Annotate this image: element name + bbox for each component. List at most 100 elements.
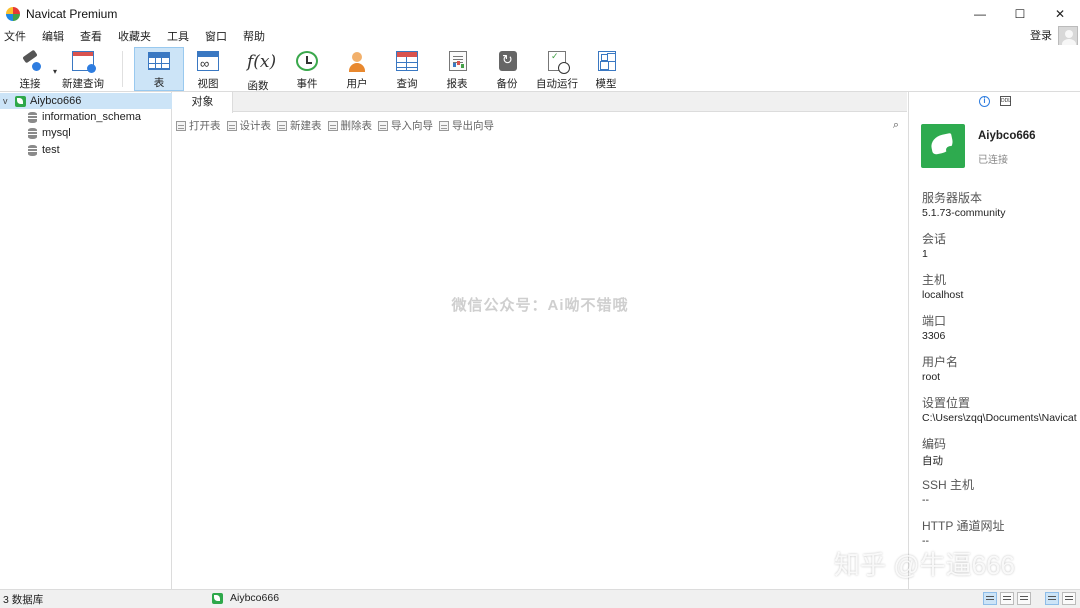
view-mode-switcher xyxy=(983,592,1076,605)
view-button[interactable]: 视图 xyxy=(186,47,230,91)
connect-dropdown-icon[interactable]: ▾ xyxy=(53,67,57,76)
design-table-button[interactable]: 设计表 xyxy=(226,118,271,133)
query-icon xyxy=(396,51,418,71)
open-table-button[interactable]: 打开表 xyxy=(176,118,221,133)
backup-label: 备份 xyxy=(496,78,518,90)
database-icon xyxy=(28,127,37,139)
report-button[interactable]: 报表 xyxy=(435,47,479,91)
table-button[interactable]: 表 xyxy=(134,47,184,91)
tab-bar: 对象 xyxy=(173,92,907,113)
info-connection-status: 已连接 xyxy=(978,155,1008,166)
tree-db-mysql[interactable]: mysql xyxy=(0,125,172,141)
event-label: 事件 xyxy=(296,78,318,90)
tree-db-information-schema[interactable]: information_schema xyxy=(0,109,172,125)
database-icon xyxy=(28,111,37,123)
new-query-button[interactable]: 新建查询 xyxy=(60,47,106,91)
menu-view[interactable]: 查看 xyxy=(72,28,110,44)
navicat-app-icon xyxy=(6,6,20,21)
toggle-info-panel-icon[interactable] xyxy=(1045,592,1059,605)
close-button[interactable]: ✕ xyxy=(1040,0,1080,27)
menu-edit[interactable]: 编辑 xyxy=(34,28,72,44)
function-button[interactable]: f(x) 函数 xyxy=(236,47,280,92)
settings-location-value: C:\Users\zqq\Documents\Navicat xyxy=(922,412,1077,424)
backup-button[interactable]: 备份 xyxy=(485,47,529,91)
model-icon xyxy=(598,51,616,71)
user-label: 用户 xyxy=(346,78,368,90)
username-value: root xyxy=(922,371,941,383)
username-label: 用户名 xyxy=(922,355,959,369)
search-icon[interactable]: ⌕ xyxy=(893,119,899,132)
report-icon xyxy=(449,51,467,71)
detail-view-icon[interactable] xyxy=(1017,592,1031,605)
connection-tree: v Aiybco666 information_schema mysql tes… xyxy=(0,92,172,589)
title-bar: Navicat Premium — ☐ ✕ xyxy=(0,0,1080,27)
status-bar: 3 数据库 Aiybco666 xyxy=(0,589,1080,608)
toolbar-separator xyxy=(122,51,123,87)
encoding-value: 自动 xyxy=(922,455,943,467)
report-label: 报表 xyxy=(446,78,468,90)
status-connection: Aiybco666 xyxy=(212,592,279,604)
user-button[interactable]: 用户 xyxy=(335,47,379,91)
export-icon xyxy=(439,120,449,131)
delete-table-button[interactable]: 删除表 xyxy=(327,118,373,133)
ssh-host-value: -- xyxy=(922,494,929,506)
query-button[interactable]: 查询 xyxy=(385,47,429,91)
new-table-button[interactable]: 新建表 xyxy=(277,118,322,133)
ddl-icon[interactable]: DDL xyxy=(1000,96,1011,106)
automation-button[interactable]: 自动运行 xyxy=(533,47,581,91)
maximize-button[interactable]: ☐ xyxy=(1000,0,1040,27)
minimize-button[interactable]: — xyxy=(960,0,1000,27)
automation-label: 自动运行 xyxy=(536,78,578,90)
list-view-icon[interactable] xyxy=(1000,592,1014,605)
tree-connection[interactable]: v Aiybco666 xyxy=(0,93,172,109)
server-version-label: 服务器版本 xyxy=(922,191,983,205)
user-icon xyxy=(346,51,368,72)
server-version-value: 5.1.73-community xyxy=(922,207,1006,219)
toggle-right-pane-icon[interactable] xyxy=(1062,592,1076,605)
event-button[interactable]: 事件 xyxy=(285,47,329,91)
view-icon xyxy=(197,51,219,71)
wechat-watermark: 微信公众号：Ai呦不错哦 xyxy=(451,297,629,314)
menu-tools[interactable]: 工具 xyxy=(159,28,197,44)
ssh-host-label: SSH 主机 xyxy=(922,478,975,492)
query-label: 查询 xyxy=(396,78,418,90)
http-tunnel-label: HTTP 通道网址 xyxy=(922,519,1005,533)
collapse-icon[interactable]: v xyxy=(3,96,13,106)
menu-favorites[interactable]: 收藏夹 xyxy=(110,28,159,44)
import-icon xyxy=(378,120,388,131)
database-name: test xyxy=(42,144,60,156)
database-name: information_schema xyxy=(42,111,142,123)
connect-button[interactable]: 连接 xyxy=(8,47,52,91)
user-avatar[interactable] xyxy=(1058,26,1078,46)
open-table-icon xyxy=(176,120,186,131)
model-button[interactable]: 模型 xyxy=(584,47,628,91)
tree-db-test[interactable]: test xyxy=(0,142,172,158)
menu-help[interactable]: 帮助 xyxy=(235,28,273,44)
menu-file[interactable]: 文件 xyxy=(0,28,34,44)
object-toolbar: 打开表 设计表 新建表 删除表 导入向导 导出向导 ⌕ xyxy=(173,113,907,138)
menu-window[interactable]: 窗口 xyxy=(197,28,235,44)
status-connection-name: Aiybco666 xyxy=(230,592,280,604)
delete-table-label: 删除表 xyxy=(340,120,373,132)
mysql-dolphin-icon xyxy=(921,124,965,168)
backup-icon xyxy=(499,51,517,71)
tab-objects[interactable]: 对象 xyxy=(173,92,233,113)
info-icon[interactable]: i xyxy=(979,96,990,107)
login-link[interactable]: 登录 xyxy=(1030,27,1052,45)
export-wizard-button[interactable]: 导出向导 xyxy=(439,118,494,133)
function-label: 函数 xyxy=(247,80,269,92)
new-table-label: 新建表 xyxy=(290,120,322,132)
grid-view-icon[interactable] xyxy=(983,592,997,605)
host-label: 主机 xyxy=(922,273,947,287)
info-panel-tabs: i DDL xyxy=(979,96,1011,107)
database-name: mysql xyxy=(42,127,71,139)
import-wizard-button[interactable]: 导入向导 xyxy=(378,118,433,133)
export-wizard-label: 导出向导 xyxy=(452,120,494,132)
table-icon xyxy=(148,52,170,70)
objects-area[interactable]: 微信公众号：Ai呦不错哦 xyxy=(173,138,907,589)
info-panel: i DDL Aiybco666 已连接 服务器版本 5.1.73-communi… xyxy=(908,92,1080,589)
plug-icon xyxy=(19,51,41,71)
port-value: 3306 xyxy=(922,330,946,342)
port-label: 端口 xyxy=(922,314,947,328)
info-connection-name: Aiybco666 xyxy=(978,130,1036,142)
